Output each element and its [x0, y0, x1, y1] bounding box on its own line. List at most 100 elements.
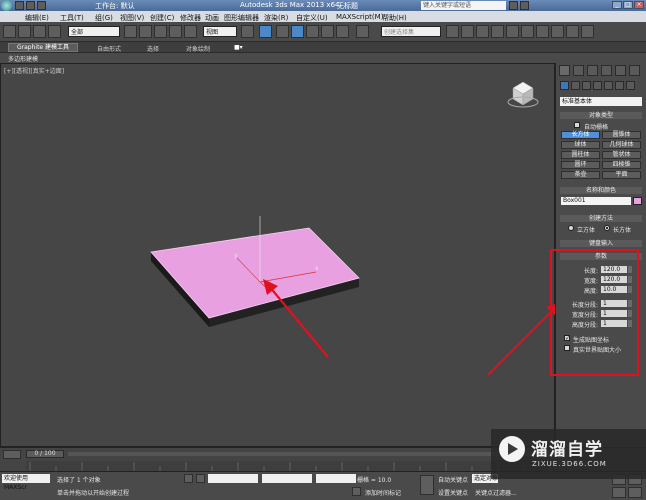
- spinner-snap-icon[interactable]: [336, 25, 349, 38]
- app-logo-icon[interactable]: [1, 0, 12, 11]
- utilities-tab-icon[interactable]: [629, 65, 640, 76]
- geometry-icon[interactable]: [560, 81, 569, 90]
- object-button-pyramid[interactable]: 四棱锥: [602, 161, 641, 169]
- graphite-toggle-icon[interactable]: [491, 25, 504, 38]
- absolute-mode-icon[interactable]: [196, 474, 205, 483]
- create-tab-icon[interactable]: [559, 65, 570, 76]
- menu-maxscript[interactable]: MAXScript(M): [336, 13, 383, 21]
- lights-icon[interactable]: [582, 81, 591, 90]
- schematic-view-icon[interactable]: [521, 25, 534, 38]
- undo-icon[interactable]: [37, 1, 46, 10]
- close-button[interactable]: ×: [634, 1, 644, 9]
- object-name-input[interactable]: Box001: [561, 197, 631, 205]
- display-tab-icon[interactable]: [615, 65, 626, 76]
- frame-ruler[interactable]: [26, 461, 556, 471]
- category-dropdown[interactable]: 标准基本体: [560, 97, 642, 106]
- key-filters-button[interactable]: 关键点过滤器...: [475, 488, 517, 497]
- systems-icon[interactable]: [626, 81, 635, 90]
- angle-snap-icon[interactable]: [306, 25, 319, 38]
- align-icon[interactable]: [461, 25, 474, 38]
- tab-freeform[interactable]: 自由形式: [97, 44, 121, 53]
- redo-toolbar-icon[interactable]: [18, 25, 31, 38]
- layer-manager-icon[interactable]: [476, 25, 489, 38]
- material-editor-icon[interactable]: [536, 25, 549, 38]
- rendered-frame-icon[interactable]: [566, 25, 579, 38]
- tab-graphite-modeling[interactable]: Graphite 建模工具: [8, 43, 79, 52]
- perspective-viewport[interactable]: [+][透视][真实+边面] y x: [0, 63, 556, 447]
- modify-tab-icon[interactable]: [573, 65, 584, 76]
- mirror-icon[interactable]: [446, 25, 459, 38]
- help-icon[interactable]: [520, 1, 529, 10]
- viewcube-icon[interactable]: [507, 81, 539, 108]
- box-radio[interactable]: [604, 225, 610, 231]
- search-input[interactable]: 键入关键字或短语: [421, 1, 506, 10]
- time-slider[interactable]: 0 / 100: [26, 450, 64, 458]
- minimize-button[interactable]: _: [612, 1, 622, 9]
- time-tag-icon[interactable]: [352, 487, 361, 496]
- object-button-geosphere[interactable]: 几何球体: [602, 141, 641, 149]
- time-slider-track[interactable]: [68, 452, 556, 456]
- selection-region-icon[interactable]: [154, 25, 167, 38]
- pivot-center-icon[interactable]: [241, 25, 254, 38]
- select-object-icon[interactable]: [124, 25, 137, 38]
- object-button-plane[interactable]: 平面: [602, 171, 641, 179]
- y-coordinate-input[interactable]: [262, 474, 312, 483]
- select-by-name-icon[interactable]: [139, 25, 152, 38]
- key-icon[interactable]: [420, 475, 434, 495]
- space-warps-icon[interactable]: [615, 81, 624, 90]
- box-object[interactable]: y x: [150, 216, 360, 327]
- helpers-icon[interactable]: [604, 81, 613, 90]
- object-color-swatch[interactable]: [633, 197, 642, 205]
- maxscript-listener[interactable]: 欢迎使用 MAXScr: [2, 474, 50, 491]
- shapes-icon[interactable]: [571, 81, 580, 90]
- snap-toggle-icon[interactable]: [291, 25, 304, 38]
- cube-radio[interactable]: [568, 225, 574, 231]
- x-coordinate-input[interactable]: [208, 474, 258, 483]
- auto-key-button[interactable]: 自动关键点: [438, 475, 468, 484]
- reference-coordinate-dropdown[interactable]: 视图: [203, 26, 237, 37]
- set-key-button[interactable]: 设置关键点: [438, 488, 468, 497]
- workspace-selector[interactable]: 工作台: 默认: [95, 1, 135, 11]
- object-type-rollout-header[interactable]: 对象类型: [560, 112, 642, 119]
- edit-named-selection-icon[interactable]: [356, 25, 369, 38]
- maximize-button[interactable]: □: [623, 1, 633, 9]
- object-button-box[interactable]: 长方体: [561, 131, 600, 139]
- cameras-icon[interactable]: [593, 81, 602, 90]
- object-button-tube[interactable]: 管状体: [602, 151, 641, 159]
- autogrid-checkbox[interactable]: [574, 122, 580, 128]
- object-button-cylinder[interactable]: 圆柱体: [561, 151, 600, 159]
- percent-snap-icon[interactable]: [321, 25, 334, 38]
- creation-method-rollout-header[interactable]: 创建方法: [560, 215, 642, 222]
- object-button-cone[interactable]: 圆锥体: [602, 131, 641, 139]
- select-and-manipulate-icon[interactable]: [259, 25, 272, 38]
- object-button-teapot[interactable]: 茶壶: [561, 171, 600, 179]
- hierarchy-tab-icon[interactable]: [587, 65, 598, 76]
- render-setup-icon[interactable]: [551, 25, 564, 38]
- time-configuration-icon[interactable]: [3, 450, 21, 459]
- open-file-icon[interactable]: [15, 1, 24, 10]
- object-button-sphere[interactable]: 球体: [561, 141, 600, 149]
- pan-icon[interactable]: [612, 487, 626, 498]
- keyboard-entry-rollout-header[interactable]: 键盘输入: [560, 240, 642, 247]
- motion-tab-icon[interactable]: [601, 65, 612, 76]
- tab-object-paint[interactable]: 对象绘制: [186, 44, 210, 53]
- object-button-torus[interactable]: 圆环: [561, 161, 600, 169]
- add-time-tag[interactable]: 添加时间标记: [365, 488, 401, 497]
- undo-toolbar-icon[interactable]: [3, 25, 16, 38]
- orbit-icon[interactable]: [628, 487, 642, 498]
- z-coordinate-input[interactable]: [316, 474, 356, 483]
- search-icon[interactable]: [509, 1, 518, 10]
- link-icon[interactable]: [33, 25, 46, 38]
- ribbon-options-icon[interactable]: ■▾: [234, 44, 243, 51]
- keyboard-shortcut-icon[interactable]: [276, 25, 289, 38]
- move-icon[interactable]: [169, 25, 182, 38]
- named-selection-sets-dropdown[interactable]: 创建选择集: [381, 26, 441, 37]
- lock-selection-icon[interactable]: [184, 474, 193, 483]
- selection-filter-dropdown[interactable]: 全部: [68, 26, 120, 37]
- curve-editor-icon[interactable]: [506, 25, 519, 38]
- tab-selection[interactable]: 选择: [147, 44, 159, 53]
- name-color-rollout-header[interactable]: 名称和颜色: [560, 187, 642, 194]
- save-file-icon[interactable]: [26, 1, 35, 10]
- rotate-icon[interactable]: [184, 25, 197, 38]
- unlink-icon[interactable]: [48, 25, 61, 38]
